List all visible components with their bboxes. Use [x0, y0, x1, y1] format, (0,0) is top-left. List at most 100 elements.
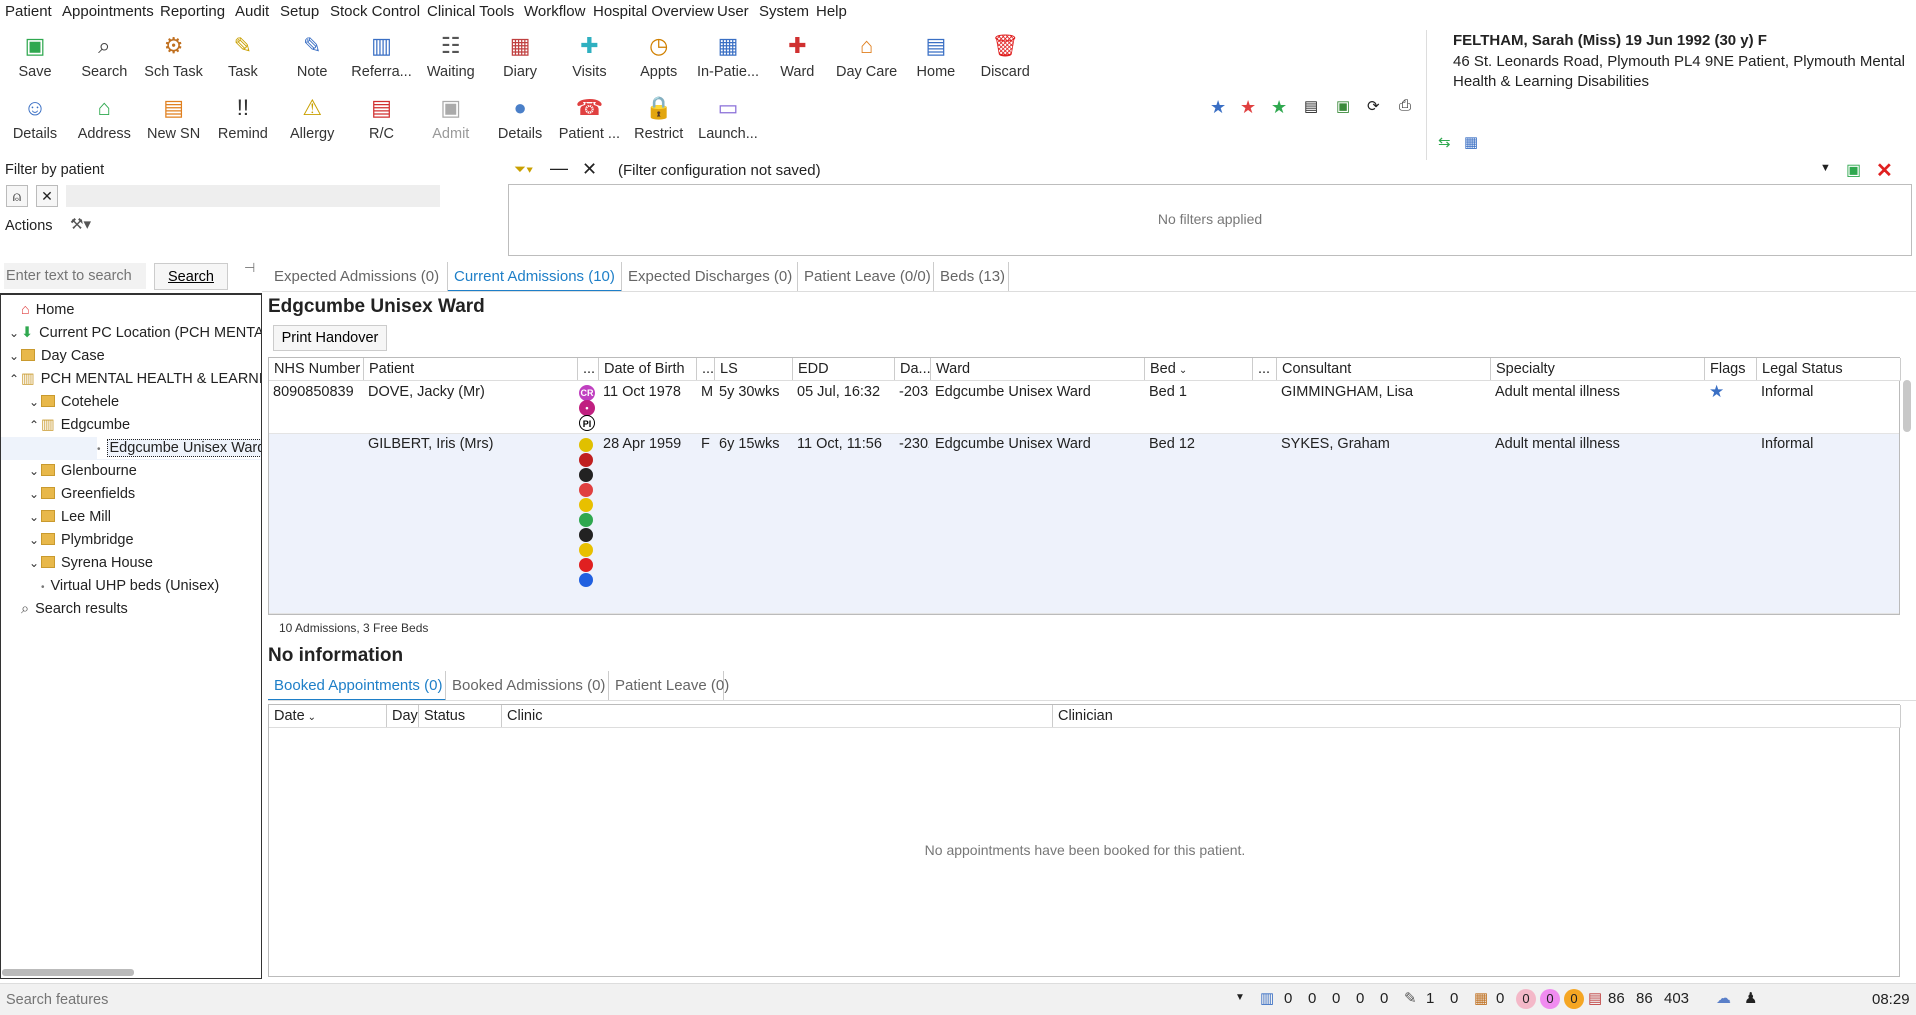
tree-node[interactable]: ⌄ Greenfields	[27, 483, 135, 505]
tab-patient-leave[interactable]: Patient Leave (0/0)	[798, 262, 934, 292]
status-pill[interactable]: 0	[1564, 989, 1584, 1009]
tb2-admit-button[interactable]: ▣ Admit	[416, 94, 486, 142]
column-header[interactable]: Consultant	[1277, 358, 1491, 380]
filter-patient-field[interactable]	[66, 185, 440, 207]
chevron-down-icon[interactable]: ▼	[1820, 162, 1831, 174]
tab-beds[interactable]: Beds (13)	[934, 262, 1009, 292]
tb1-day-care-button[interactable]: ⌂ Day Care	[832, 32, 902, 80]
expand-icon[interactable]: ⌄	[27, 460, 41, 482]
close-filter-icon[interactable]: ✕	[582, 159, 597, 180]
column-header[interactable]: Patient	[364, 358, 578, 380]
tree-node[interactable]: ⌄ Syrena House	[27, 552, 153, 574]
expand-icon[interactable]: ⌄	[7, 345, 21, 367]
menu-system[interactable]: System	[759, 3, 809, 20]
user-icon[interactable]: ♟	[1744, 989, 1757, 1007]
actions-wrench-icon[interactable]: ⚒▾	[70, 215, 91, 233]
tree-node[interactable]: ⌂ Home	[7, 299, 74, 321]
window-icon[interactable]: ▣	[1336, 97, 1350, 115]
tb1-note-button[interactable]: ✎ Note	[277, 32, 347, 80]
tb2-launch-button[interactable]: ▭ Launch...	[693, 94, 763, 142]
tb1-visits-button[interactable]: ✚ Visits	[554, 32, 624, 80]
expand-icon[interactable]: ⌄	[27, 483, 41, 505]
tree-node[interactable]: • Edgcumbe Unisex Ward (Fem	[97, 437, 261, 459]
tab-booked-admissions[interactable]: Booked Admissions (0)	[446, 671, 609, 701]
tree-node[interactable]: ⌄ Glenbourne	[27, 460, 137, 482]
menu-user[interactable]: User	[717, 3, 749, 20]
tab-current-admissions[interactable]: Current Admissions (10)	[448, 262, 622, 292]
column-header[interactable]: NHS Number	[269, 358, 364, 380]
expand-icon[interactable]: ⌄	[27, 506, 41, 528]
expand-icon[interactable]: ⌄	[27, 552, 41, 574]
menu-help[interactable]: Help	[816, 3, 847, 20]
menu-clinical-tools[interactable]: Clinical Tools	[427, 3, 514, 20]
tree-search-input[interactable]	[4, 263, 146, 289]
tree-node[interactable]: ⌄ Cotehele	[27, 391, 119, 413]
column-header[interactable]: Bed ⌄	[1145, 358, 1253, 380]
column-header[interactable]: Date of Birth	[599, 358, 697, 380]
table-row[interactable]: GILBERT, Iris (Mrs) 28 Apr 1959 F 6y 15wks 1…	[269, 434, 1899, 614]
collapse-icon[interactable]: ⌃	[7, 368, 21, 390]
column-header[interactable]: ...	[697, 358, 715, 380]
appt-column-header[interactable]: Clinician	[1053, 705, 1901, 727]
appt-column-header[interactable]: Status	[419, 705, 502, 727]
filter-funnel-icon[interactable]: ⏷▾	[514, 161, 533, 178]
tb2-remind-button[interactable]: !! Remind	[208, 94, 278, 142]
tb2-allergy-button[interactable]: ⚠ Allergy	[277, 94, 347, 142]
tab-patient-leave[interactable]: Patient Leave (0)	[609, 671, 729, 701]
tb1-home-button[interactable]: ▤ Home	[901, 32, 971, 80]
tree-node[interactable]: ⌄ Lee Mill	[27, 506, 111, 528]
expand-icon[interactable]: ⌄	[7, 322, 21, 344]
admissions-scrollbar[interactable]	[1903, 380, 1911, 432]
pin-icon[interactable]: ⊣	[244, 260, 255, 276]
red-star-icon[interactable]: ★	[1240, 97, 1256, 118]
tb2-new-sn-button[interactable]: ▤ New SN	[139, 94, 209, 142]
appt-column-header[interactable]: Date ⌄	[269, 705, 387, 727]
menu-reporting[interactable]: Reporting	[160, 3, 225, 20]
table-row[interactable]: 8090850839 DOVE, Jacky (Mr) 11 Oct 1978 M 5y…	[269, 382, 1899, 434]
column-header[interactable]: Ward	[931, 358, 1145, 380]
column-header[interactable]: Legal Status	[1757, 358, 1901, 380]
tree-node[interactable]: ⌕ Search results	[7, 598, 128, 620]
tb1-appointments-button[interactable]: ◷ Appts	[624, 32, 694, 80]
search-features-input[interactable]	[4, 988, 1240, 1012]
expand-icon[interactable]: ⌄	[27, 391, 41, 413]
menu-hospital-overview[interactable]: Hospital Overview	[593, 3, 714, 20]
column-header[interactable]: EDD	[793, 358, 895, 380]
tree-scrollbar[interactable]	[2, 969, 134, 976]
clear-patient-button[interactable]: ✕	[36, 185, 58, 207]
refresh-icon[interactable]: ⟳	[1367, 97, 1380, 115]
filter-config-select[interactable]: (Filter configuration not saved)	[618, 162, 821, 179]
tree-node[interactable]: ⌄ Day Case	[7, 345, 105, 367]
appt-column-header[interactable]: Day	[387, 705, 419, 727]
column-header[interactable]: Da...	[895, 358, 931, 380]
tab-expected-discharges[interactable]: Expected Discharges (0)	[622, 262, 798, 292]
tb1-referral-button[interactable]: ▥ Referra...	[347, 32, 417, 80]
status-pill[interactable]: 0	[1540, 989, 1560, 1009]
search-features-dropdown-icon[interactable]: ▼	[1235, 992, 1245, 1003]
tb1-inpatient-button[interactable]: ▦ In-Patie...	[693, 32, 763, 80]
print-icon[interactable]: ⎙	[1399, 97, 1411, 114]
menu-setup[interactable]: Setup	[280, 3, 319, 20]
tree-node[interactable]: ⌄ Plymbridge	[27, 529, 134, 551]
tree-node[interactable]: ⌃ ▥ Edgcumbe	[27, 414, 130, 436]
green-star-icon[interactable]: ★	[1271, 97, 1287, 118]
tb1-scheduled-task-button[interactable]: ⚙ Sch Task	[139, 32, 209, 80]
tree-node[interactable]: ⌄ ⬇ Current PC Location (PCH MENTAL	[7, 322, 261, 344]
tb1-save-button[interactable]: ▣ Save	[0, 32, 70, 80]
tb2-restrict-button[interactable]: 🔒 Restrict	[624, 94, 694, 142]
tb1-discard-button[interactable]: 🗑 Discard	[970, 32, 1040, 80]
tab-expected-admissions[interactable]: Expected Admissions (0)	[268, 262, 448, 292]
tb1-waiting-list-button[interactable]: ☷ Waiting	[416, 32, 486, 80]
tb1-ward-button[interactable]: ✚ Ward	[762, 32, 832, 80]
tb2-address-button[interactable]: ⌂ Address	[69, 94, 139, 142]
column-header[interactable]: ...	[1253, 358, 1277, 380]
tb1-diary-button[interactable]: ▦ Diary	[485, 32, 555, 80]
column-header[interactable]: LS	[715, 358, 793, 380]
minimize-icon[interactable]: —	[550, 158, 568, 179]
menu-appointments[interactable]: Appointments	[62, 3, 154, 20]
collapse-icon[interactable]: ⌃	[27, 414, 41, 436]
blue-star-icon[interactable]: ★	[1210, 97, 1226, 118]
tree-search-button[interactable]: Search	[154, 263, 228, 290]
menu-workflow[interactable]: Workflow	[524, 3, 585, 20]
column-header[interactable]: Specialty	[1491, 358, 1705, 380]
